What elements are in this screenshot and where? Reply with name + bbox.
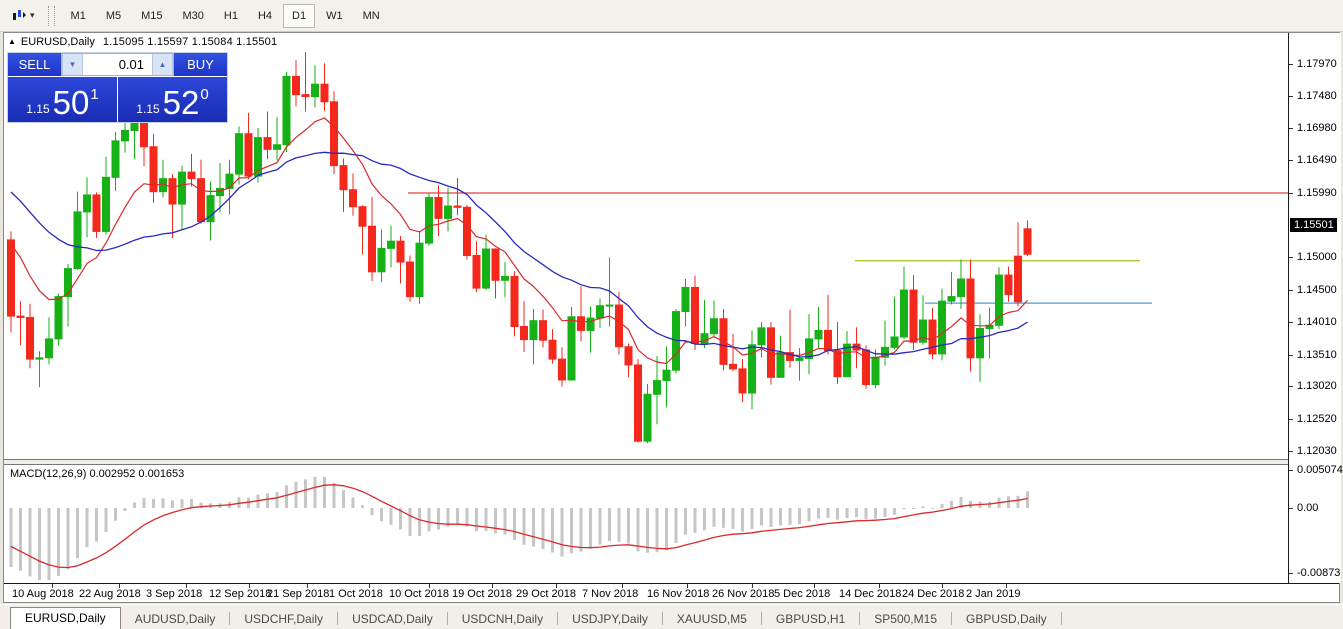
chart-tab-sp500-m15[interactable]: SP500,M15 (860, 609, 951, 629)
date-axis-label: 21 Sep 2018 (267, 588, 329, 600)
date-axis-label: 2 Jan 2019 (966, 588, 1020, 600)
price-axis-tick (1289, 128, 1293, 129)
timeframe-button-m15[interactable]: M15 (132, 4, 171, 28)
timeframe-button-m30[interactable]: M30 (174, 4, 213, 28)
date-axis-label: 10 Aug 2018 (12, 588, 74, 600)
chart-tools-button[interactable]: ▾ (6, 3, 40, 29)
macd-axis-tick (1289, 470, 1293, 471)
date-axis-label: 7 Nov 2018 (582, 588, 638, 600)
buy-button[interactable]: BUY (174, 53, 227, 76)
collapse-icon[interactable]: ▲ (8, 37, 16, 46)
timeframe-button-h1[interactable]: H1 (215, 4, 247, 28)
mt4-terminal: ▾ M1M5M15M30H1H4D1W1MN ▲ EURUSD,Daily 1.… (0, 0, 1343, 629)
sell-price-quote[interactable]: 1.15 50 1 (8, 77, 117, 122)
date-axis-label: 14 Dec 2018 (839, 588, 901, 600)
macd-axis-tick (1289, 573, 1293, 574)
one-click-trading-panel: SELL ▼ 0.01 ▲ BUY 1.15 50 1 1.15 52 0 (7, 52, 228, 123)
timeframe-button-h4[interactable]: H4 (249, 4, 281, 28)
price-axis-label: 1.14010 (1297, 316, 1337, 328)
toolbar-separator (48, 6, 55, 26)
price-axis[interactable]: 1.17970 1.17480 1.16980 1.16490 1.15990 1.150… (1288, 33, 1341, 583)
chart-tab-usdcnh-daily[interactable]: USDCNH,Daily (448, 609, 557, 629)
chart-tab-usdjpy-daily[interactable]: USDJPY,Daily (558, 609, 662, 629)
chart-tab-xauusd-m5[interactable]: XAUUSD,M5 (663, 609, 761, 629)
buy-price-small: 1.15 (136, 102, 159, 116)
date-axis-label: 19 Oct 2018 (452, 588, 512, 600)
price-axis-label: 1.15000 (1297, 251, 1337, 263)
price-axis-tick (1289, 193, 1293, 194)
price-axis-tick (1289, 355, 1293, 356)
macd-axis-label: 0.00 (1297, 502, 1318, 514)
chart-title-ohlc: 1.15095 1.15597 1.15084 1.15501 (103, 36, 277, 48)
price-axis-tick (1289, 322, 1293, 323)
volume-down-icon[interactable]: ▼ (62, 54, 83, 75)
sell-price-big: 50 (53, 86, 90, 119)
date-axis-label: 26 Nov 2018 (712, 588, 774, 600)
price-axis-tick (1289, 160, 1293, 161)
date-axis-label: 22 Aug 2018 (79, 588, 141, 600)
chart-tab-eurusd-daily[interactable]: EURUSD,Daily (10, 607, 121, 629)
charts-toolbar: ▾ M1M5M15M30H1H4D1W1MN (0, 0, 1343, 32)
price-axis-tick (1289, 257, 1293, 258)
price-axis-label: 1.14500 (1297, 284, 1337, 296)
timeframe-button-m1[interactable]: M1 (62, 4, 95, 28)
price-axis-label: 1.16980 (1297, 122, 1337, 134)
macd-axis-label: -0.00873 (1297, 567, 1340, 579)
price-axis-tick (1289, 290, 1293, 291)
price-axis-tick (1289, 451, 1293, 452)
date-axis-label: 24 Dec 2018 (902, 588, 964, 600)
date-axis-label: 10 Oct 2018 (389, 588, 449, 600)
buy-price-sup: 0 (200, 86, 208, 103)
price-axis-label: 1.15990 (1297, 187, 1337, 199)
price-axis-tick (1289, 64, 1293, 65)
date-axis-label: 29 Oct 2018 (516, 588, 576, 600)
chart-tab-gbpusd-daily[interactable]: GBPUSD,Daily (952, 609, 1061, 629)
timeframe-button-d1[interactable]: D1 (283, 4, 315, 28)
sell-price-small: 1.15 (26, 102, 49, 116)
price-axis-label: 1.16490 (1297, 154, 1337, 166)
chart-tab-usdcad-daily[interactable]: USDCAD,Daily (338, 609, 447, 629)
date-axis[interactable]: 10 Aug 2018 22 Aug 2018 3 Sep 2018 12 Sep 2… (4, 583, 1339, 602)
price-axis-label: 1.13020 (1297, 380, 1337, 392)
price-axis-label: 1.12520 (1297, 413, 1337, 425)
date-axis-label: 3 Sep 2018 (146, 588, 202, 600)
chart-tabs-bar: EURUSD,DailyAUDUSD,DailyUSDCHF,DailyUSDC… (0, 604, 1343, 629)
price-axis-tick (1289, 386, 1293, 387)
date-axis-label: 12 Sep 2018 (209, 588, 271, 600)
chart-tools-icon (11, 8, 27, 24)
volume-up-icon[interactable]: ▲ (152, 54, 173, 75)
date-axis-label: 16 Nov 2018 (647, 588, 709, 600)
chart-tab-audusd-daily[interactable]: AUDUSD,Daily (121, 609, 230, 629)
chart-title-bar: ▲ EURUSD,Daily 1.15095 1.15597 1.15084 1… (4, 33, 1284, 50)
price-axis-label: 1.17480 (1297, 90, 1337, 102)
macd-chart[interactable] (4, 465, 1288, 583)
tab-separator (1061, 612, 1062, 625)
buy-price-quote[interactable]: 1.15 52 0 (118, 77, 227, 122)
sell-button[interactable]: SELL (8, 53, 61, 76)
timeframe-buttons: M1M5M15M30H1H4D1W1MN (61, 0, 390, 31)
macd-axis-label: 0.005074 (1297, 464, 1343, 476)
sell-price-sup: 1 (90, 86, 98, 103)
chart-tab-gbpusd-h1[interactable]: GBPUSD,H1 (762, 609, 859, 629)
chart-tab-usdchf-daily[interactable]: USDCHF,Daily (230, 609, 337, 629)
date-axis-label: 1 Oct 2018 (329, 588, 383, 600)
volume-input[interactable]: 0.01 (83, 54, 152, 75)
price-axis-tick (1289, 419, 1293, 420)
price-axis-label: 1.12030 (1297, 445, 1337, 457)
volume-stepper: ▼ 0.01 ▲ (61, 53, 174, 76)
price-axis-label: 1.13510 (1297, 349, 1337, 361)
buy-price-big: 52 (163, 86, 200, 119)
timeframe-button-m5[interactable]: M5 (97, 4, 130, 28)
timeframe-button-w1[interactable]: W1 (317, 4, 352, 28)
date-axis-label: 5 Dec 2018 (774, 588, 830, 600)
current-price-tag: 1.15501 (1290, 218, 1337, 232)
chart-title-symbol: EURUSD,Daily (21, 36, 95, 48)
price-axis-label: 1.17970 (1297, 58, 1337, 70)
timeframe-button-mn[interactable]: MN (354, 4, 389, 28)
price-axis-tick (1289, 96, 1293, 97)
macd-axis-tick (1289, 508, 1293, 509)
dropdown-caret-icon: ▾ (30, 10, 35, 21)
